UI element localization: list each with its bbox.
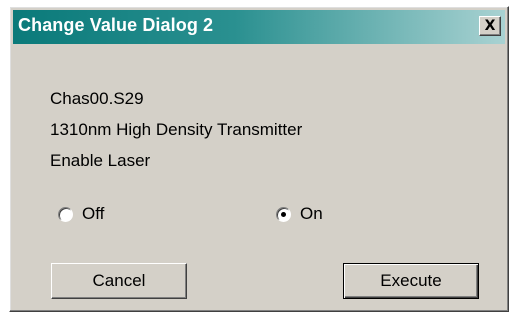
radio-off-label: Off [82, 204, 105, 223]
radio-on-label: On [300, 204, 323, 223]
dialog-title: Change Value Dialog 2 [18, 15, 214, 35]
close-button[interactable]: X [479, 16, 501, 36]
radio-on-button[interactable] [276, 206, 291, 222]
radio-on-option[interactable]: On [276, 204, 323, 224]
execute-button-label: Execute [380, 271, 442, 290]
cancel-button[interactable]: Cancel [51, 263, 187, 299]
change-value-dialog: Change Value Dialog 2 X Chas00.S29 1310n… [9, 6, 509, 312]
radio-off-option[interactable]: Off [58, 204, 104, 224]
device-name-label: 1310nm High Density Transmitter [50, 120, 303, 139]
execute-button[interactable]: Execute [343, 263, 479, 299]
radio-off-button[interactable] [58, 206, 73, 222]
setting-name-label: Enable Laser [50, 151, 151, 170]
chassis-slot-label: Chas00.S29 [50, 89, 144, 108]
close-icon: X [484, 18, 496, 34]
cancel-button-label: Cancel [92, 271, 146, 290]
title-bar: Change Value Dialog 2 X [13, 10, 505, 44]
